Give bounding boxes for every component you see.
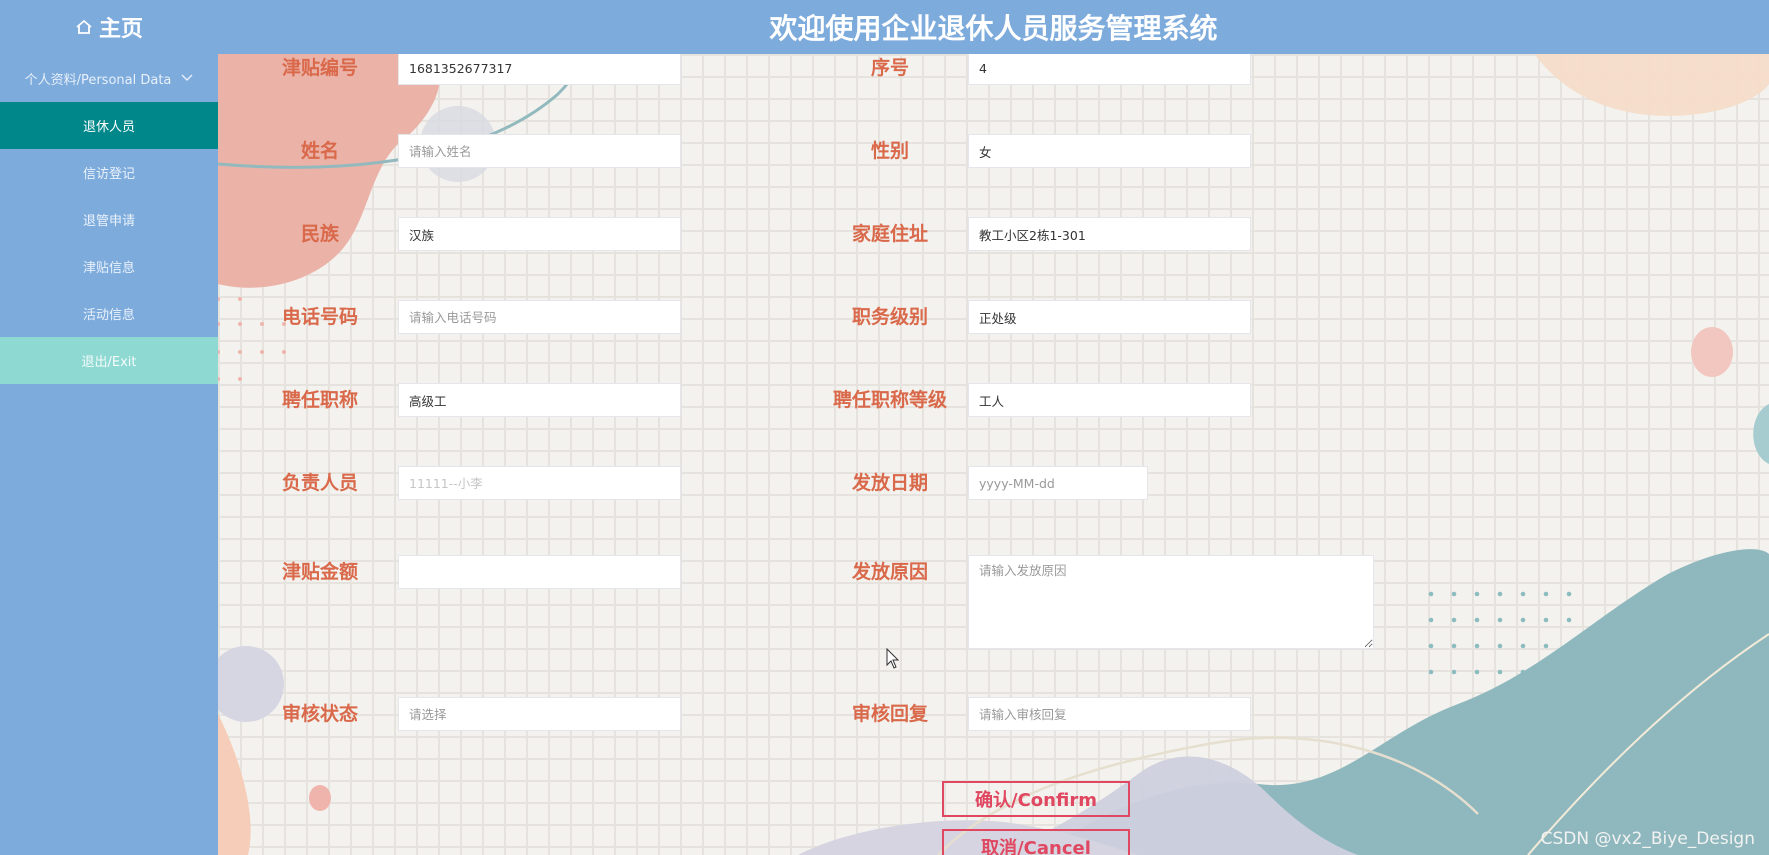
home-icon xyxy=(76,19,92,34)
label-issue-reason: 发放原因 xyxy=(851,561,928,583)
job-level-input[interactable] xyxy=(968,300,1251,334)
audit-reply-input[interactable] xyxy=(968,697,1251,731)
allowance-no-input[interactable] xyxy=(398,54,681,85)
ethnicity-input[interactable] xyxy=(398,217,681,251)
address-input[interactable] xyxy=(968,217,1251,251)
confirm-button[interactable]: 确认/Confirm xyxy=(942,781,1130,817)
home-label: 主页 xyxy=(98,17,143,42)
sidebar-group-personal-data[interactable]: 个人资料/Personal Data xyxy=(0,54,218,102)
serial-no-input[interactable] xyxy=(968,54,1251,85)
label-job-level: 职务级别 xyxy=(851,306,928,328)
label-allowance-no: 津贴编号 xyxy=(281,57,358,79)
label-serial-no: 序号 xyxy=(870,57,909,79)
sidebar-item-retirees[interactable]: 退休人员 xyxy=(0,102,218,149)
chevron-down-icon xyxy=(181,74,193,81)
sidebar-group-label: 个人资料/Personal Data xyxy=(24,72,172,88)
label-title: 聘任职称 xyxy=(281,389,358,411)
cancel-button[interactable]: 取消/Cancel xyxy=(942,829,1130,855)
main-content: 津贴编号 序号 姓名 性别 民族 家庭住址 电话号码 职务级别 聘任职称 聘任职… xyxy=(218,54,1769,855)
sidebar: 个人资料/Personal Data 退休人员 信访登记 退管申请 津贴信息 活… xyxy=(0,54,218,855)
label-name: 姓名 xyxy=(300,140,339,162)
amount-input[interactable] xyxy=(398,555,681,589)
phone-input[interactable] xyxy=(398,300,681,334)
label-manager: 负责人员 xyxy=(281,472,358,494)
sidebar-item-petition[interactable]: 信访登记 xyxy=(0,149,218,196)
audit-status-select[interactable] xyxy=(398,697,681,731)
sidebar-item-exit[interactable]: 退出/Exit xyxy=(0,337,218,384)
issue-reason-textarea[interactable] xyxy=(968,555,1374,649)
name-input[interactable] xyxy=(398,134,681,168)
label-phone: 电话号码 xyxy=(281,306,358,328)
label-ethnicity: 民族 xyxy=(300,223,339,245)
label-amount: 津贴金额 xyxy=(281,561,358,583)
label-audit-reply: 审核回复 xyxy=(851,703,928,725)
label-issue-date: 发放日期 xyxy=(851,472,928,494)
label-address: 家庭住址 xyxy=(851,223,928,245)
background-decoration xyxy=(218,54,1769,855)
mouse-cursor-icon xyxy=(886,648,900,669)
title-input[interactable] xyxy=(398,383,681,417)
label-title-grade: 聘任职称等级 xyxy=(832,389,947,411)
sidebar-item-retirement-application[interactable]: 退管申请 xyxy=(0,196,218,243)
page-title: 欢迎使用企业退休人员服务管理系统 xyxy=(769,12,1218,45)
issue-date-picker[interactable] xyxy=(968,466,1148,500)
home-link[interactable]: 主页 xyxy=(0,0,218,54)
manager-input[interactable] xyxy=(398,466,681,500)
sidebar-item-activities[interactable]: 活动信息 xyxy=(0,290,218,337)
label-gender: 性别 xyxy=(870,140,909,162)
label-audit-status: 审核状态 xyxy=(281,703,358,725)
gender-input[interactable] xyxy=(968,134,1251,168)
title-grade-input[interactable] xyxy=(968,383,1251,417)
watermark: CSDN @vx2_Biye_Design xyxy=(1540,829,1755,849)
top-header: 主页 欢迎使用企业退休人员服务管理系统 xyxy=(0,0,1769,54)
sidebar-item-allowance[interactable]: 津贴信息 xyxy=(0,243,218,290)
